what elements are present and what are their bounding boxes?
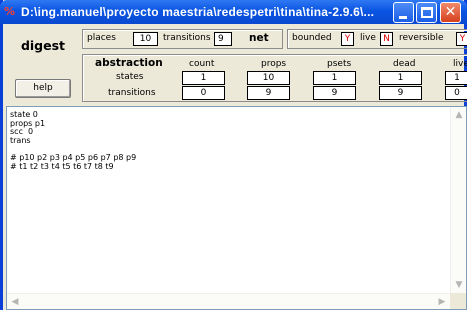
tina-digest-window: % D:\ing.manuel\proyecto maestria\redesp…	[0, 0, 467, 310]
petri-net-icon: %	[4, 5, 16, 18]
row-label-states: states	[116, 72, 144, 82]
output-text: state 0 props p1 scc 0 trans # p10 p2 p3…	[10, 110, 137, 171]
places-value: 10	[133, 32, 158, 46]
net-size-group: places 10 transitions 9 net	[82, 29, 283, 49]
reversible-label: reversible	[399, 33, 444, 43]
close-button[interactable]: ✕	[440, 2, 461, 23]
row-label-transitions: transitions	[108, 88, 156, 98]
abstraction-title: abstraction	[95, 57, 163, 69]
digest-panel: digest help places 10 transitions 9 net …	[6, 24, 467, 106]
bounded-value: Y	[341, 32, 354, 46]
vertical-scrollbar[interactable]: ▲ ▼	[450, 107, 466, 293]
close-icon: ✕	[444, 4, 457, 20]
header-dead: dead	[393, 59, 416, 69]
states-count: 1	[182, 71, 225, 85]
places-label: places	[87, 33, 116, 43]
help-button[interactable]: help	[15, 79, 71, 98]
net-label: net	[249, 32, 269, 44]
scroll-right-icon[interactable]: ▶	[434, 294, 450, 310]
states-props: 10	[247, 71, 290, 85]
transitions-dead: 9	[379, 86, 422, 100]
maximize-icon	[421, 7, 433, 18]
transitions-props: 9	[247, 86, 290, 100]
title-bar[interactable]: % D:\ing.manuel\proyecto maestria\redesp…	[0, 0, 467, 24]
transitions-count: 0	[182, 86, 225, 100]
live-label: live	[360, 33, 376, 43]
minimize-icon	[399, 16, 407, 19]
abstraction-table: abstraction count props psets dead live …	[82, 54, 467, 102]
header-psets: psets	[327, 59, 352, 69]
output-text-area[interactable]: state 0 props p1 scc 0 trans # p10 p2 p3…	[6, 106, 467, 310]
digest-label: digest	[20, 38, 66, 53]
transitions-live: 0	[445, 86, 467, 100]
scroll-up-icon[interactable]: ▲	[451, 107, 467, 123]
states-psets: 1	[313, 71, 356, 85]
header-props: props	[261, 59, 287, 69]
transitions-label: transitions	[163, 33, 211, 43]
header-live: live	[453, 59, 467, 69]
scroll-down-icon[interactable]: ▼	[451, 277, 467, 293]
net-properties-group: bounded Y live N reversible Y	[287, 29, 467, 49]
live-value: N	[380, 32, 393, 46]
bounded-label: bounded	[292, 33, 332, 43]
reversible-value: Y	[456, 32, 467, 46]
left-column: digest help	[8, 26, 78, 102]
transitions-value: 9	[214, 32, 232, 46]
horizontal-scrollbar[interactable]: ◀ ▶	[7, 293, 450, 309]
scroll-left-icon[interactable]: ◀	[7, 294, 23, 310]
scrollbar-corner	[450, 293, 466, 309]
header-count: count	[189, 59, 215, 69]
minimize-button[interactable]	[393, 2, 414, 23]
states-dead: 1	[379, 71, 422, 85]
states-live: 1	[445, 71, 467, 85]
transitions-psets: 9	[313, 86, 356, 100]
maximize-button[interactable]	[416, 2, 437, 23]
window-title: D:\ing.manuel\proyecto maestria\redespet…	[21, 5, 375, 19]
